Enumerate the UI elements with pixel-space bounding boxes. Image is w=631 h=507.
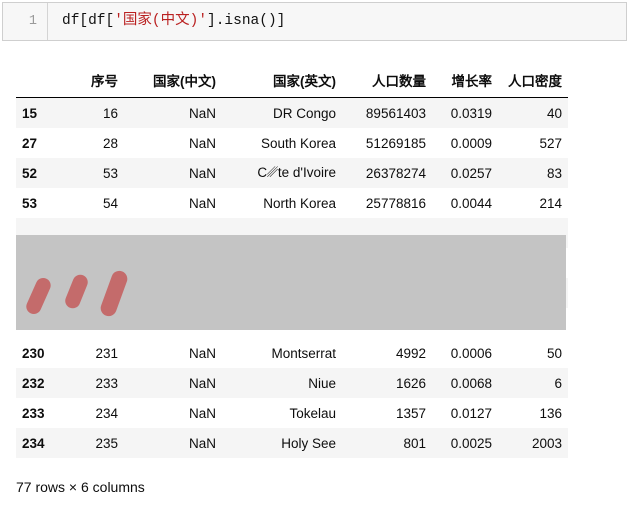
cell-growth: 0.0044 bbox=[450, 195, 492, 211]
cell-density: 136 bbox=[539, 405, 562, 421]
row-index: 27 bbox=[22, 135, 38, 151]
cell-country-cn: NaN bbox=[188, 195, 216, 211]
row-index: 233 bbox=[22, 405, 45, 421]
cell-population: 1626 bbox=[395, 375, 426, 391]
cell-population: 51269185 bbox=[365, 135, 426, 151]
code-string-literal: '国家(中文)' bbox=[114, 13, 208, 30]
column-header-population: 人口数量 bbox=[372, 74, 426, 89]
cell-country-en: Holy See bbox=[281, 435, 336, 451]
cell-growth: 0.0319 bbox=[450, 105, 492, 121]
code-segment-before: df[df[ bbox=[62, 13, 115, 30]
cell-country-cn: NaN bbox=[188, 345, 216, 361]
cell-seq: 54 bbox=[102, 195, 118, 211]
cell-population: 1357 bbox=[395, 405, 426, 421]
annotation-mark-icon bbox=[62, 272, 91, 311]
cell-density: 6 bbox=[554, 375, 562, 391]
cell-country-en: Montserrat bbox=[271, 345, 336, 361]
cell-seq: 53 bbox=[102, 165, 118, 181]
cell-country-en: C␥te d'Ivoire bbox=[257, 165, 336, 180]
cell-density: 83 bbox=[546, 165, 562, 181]
code-segment-after: ].isna()] bbox=[207, 13, 286, 30]
cell-seq: 231 bbox=[95, 345, 118, 361]
cell-seq: 234 bbox=[95, 405, 118, 421]
cell-country-en: North Korea bbox=[263, 195, 336, 211]
table-row: 52 53 NaN C␥te d'Ivoire 26378274 0.0257 … bbox=[16, 158, 568, 188]
cell-growth: 0.0257 bbox=[450, 165, 492, 181]
row-index: 52 bbox=[22, 165, 38, 181]
table-row: 15 16 NaN DR Congo 89561403 0.0319 40 bbox=[16, 97, 568, 128]
cell-country-en: DR Congo bbox=[272, 105, 336, 121]
row-index: 234 bbox=[22, 435, 45, 451]
column-header-country-en: 国家(英文) bbox=[273, 74, 336, 89]
annotation-mark-icon bbox=[98, 268, 130, 319]
cell-country-cn: NaN bbox=[188, 435, 216, 451]
annotation-mark-icon bbox=[23, 275, 54, 317]
cell-density: 214 bbox=[539, 195, 562, 211]
column-header-index bbox=[16, 66, 72, 98]
cell-population: 4992 bbox=[395, 345, 426, 361]
table-row: 234 235 NaN Holy See 801 0.0025 2003 bbox=[16, 428, 568, 458]
cell-country-cn: NaN bbox=[188, 375, 216, 391]
cell-seq: 233 bbox=[95, 375, 118, 391]
code-input[interactable]: df[df['国家(中文)'].isna()] bbox=[48, 14, 285, 29]
cell-country-cn: NaN bbox=[188, 165, 216, 181]
cell-growth: 0.0009 bbox=[450, 135, 492, 151]
cell-seq: 16 bbox=[102, 105, 118, 121]
cell-density: 50 bbox=[546, 345, 562, 361]
header-row: 序号 国家(中文) 国家(英文) 人口数量 增长率 人口密度 bbox=[16, 66, 568, 98]
cell-population: 801 bbox=[403, 435, 426, 451]
cell-growth: 0.0127 bbox=[450, 405, 492, 421]
row-index: 232 bbox=[22, 375, 45, 391]
cell-country-cn: NaN bbox=[188, 405, 216, 421]
column-header-density: 人口密度 bbox=[508, 74, 562, 89]
dataframe-header: 序号 国家(中文) 国家(英文) 人口数量 增长率 人口密度 bbox=[16, 66, 568, 98]
column-header-growth: 增长率 bbox=[451, 74, 493, 89]
table-row: 232 233 NaN Niue 1626 0.0068 6 bbox=[16, 368, 568, 398]
cell-country-en: South Korea bbox=[260, 135, 336, 151]
row-index: 15 bbox=[22, 105, 38, 121]
cell-seq: 28 bbox=[102, 135, 118, 151]
cell-country-en: Niue bbox=[308, 375, 336, 391]
cell-country-cn: NaN bbox=[188, 135, 216, 151]
column-header-seq: 序号 bbox=[91, 74, 118, 89]
truncation-overlay-block bbox=[16, 235, 566, 330]
table-row: 53 54 NaN North Korea 25778816 0.0044 21… bbox=[16, 188, 568, 218]
row-index: 230 bbox=[22, 345, 45, 361]
cell-density: 40 bbox=[546, 105, 562, 121]
cell-country-en: Tokelau bbox=[289, 405, 336, 421]
code-cell[interactable]: 1 df[df['国家(中文)'].isna()] bbox=[2, 2, 627, 41]
table-row: 230 231 NaN Montserrat 4992 0.0006 50 bbox=[16, 338, 568, 368]
cell-growth: 0.0006 bbox=[450, 345, 492, 361]
column-header-country-cn: 国家(中文) bbox=[153, 74, 216, 89]
table-row: 27 28 NaN South Korea 51269185 0.0009 52… bbox=[16, 128, 568, 158]
table-row: 233 234 NaN Tokelau 1357 0.0127 136 bbox=[16, 398, 568, 428]
dataframe-shape-footer: 77 rows × 6 columns bbox=[16, 479, 145, 495]
cell-population: 25778816 bbox=[365, 195, 426, 211]
cell-density: 2003 bbox=[531, 435, 562, 451]
code-line-number: 1 bbox=[28, 13, 37, 29]
cell-population: 89561403 bbox=[365, 105, 426, 121]
cell-growth: 0.0025 bbox=[450, 435, 492, 451]
cell-population: 26378274 bbox=[365, 165, 426, 181]
cell-seq: 235 bbox=[95, 435, 118, 451]
cell-country-cn: NaN bbox=[188, 105, 216, 121]
row-index: 53 bbox=[22, 195, 38, 211]
cell-density: 527 bbox=[539, 135, 562, 151]
cell-growth: 0.0068 bbox=[450, 375, 492, 391]
